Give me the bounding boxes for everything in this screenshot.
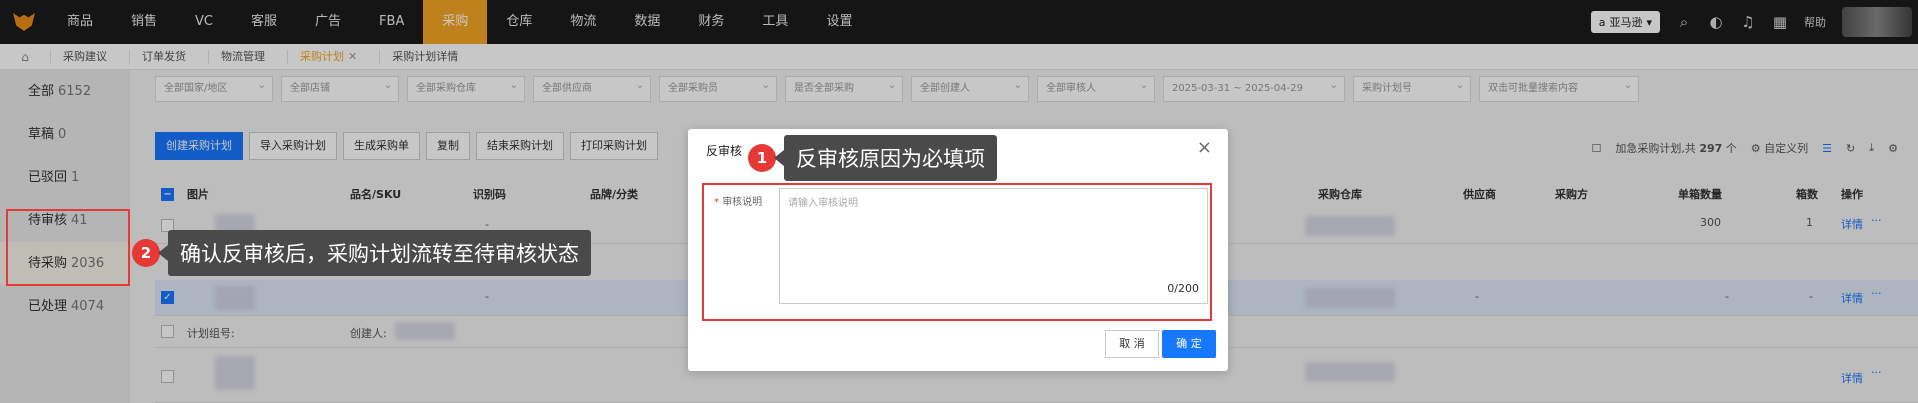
textarea-placeholder: 请输入审核说明 [788,198,858,209]
field-label-text: 审核说明 [722,197,763,208]
highlight-box [6,209,130,286]
callout-text: 反审核原因为必填项 [774,135,997,181]
close-icon[interactable]: × [1197,137,1212,158]
callout-2: 2 确认反审核后，采购计划流转至待审核状态 [132,230,591,276]
dialog-title: 反审核 [706,144,743,158]
cancel-button[interactable]: 取 消 [1105,330,1159,358]
callout-number: 2 [132,239,160,267]
audit-note-textarea[interactable]: 请输入审核说明 0/200 [779,188,1208,304]
callout-number: 1 [748,144,776,172]
required-field-highlight: * 审核说明 请输入审核说明 0/200 [702,183,1212,321]
callout-1: 1 反审核原因为必填项 [748,135,997,181]
field-label: * 审核说明 [714,193,762,208]
confirm-button[interactable]: 确 定 [1162,330,1216,358]
char-counter: 0/200 [1167,282,1199,295]
required-star: * [714,197,723,208]
callout-text: 确认反审核后，采购计划流转至待审核状态 [158,230,591,276]
